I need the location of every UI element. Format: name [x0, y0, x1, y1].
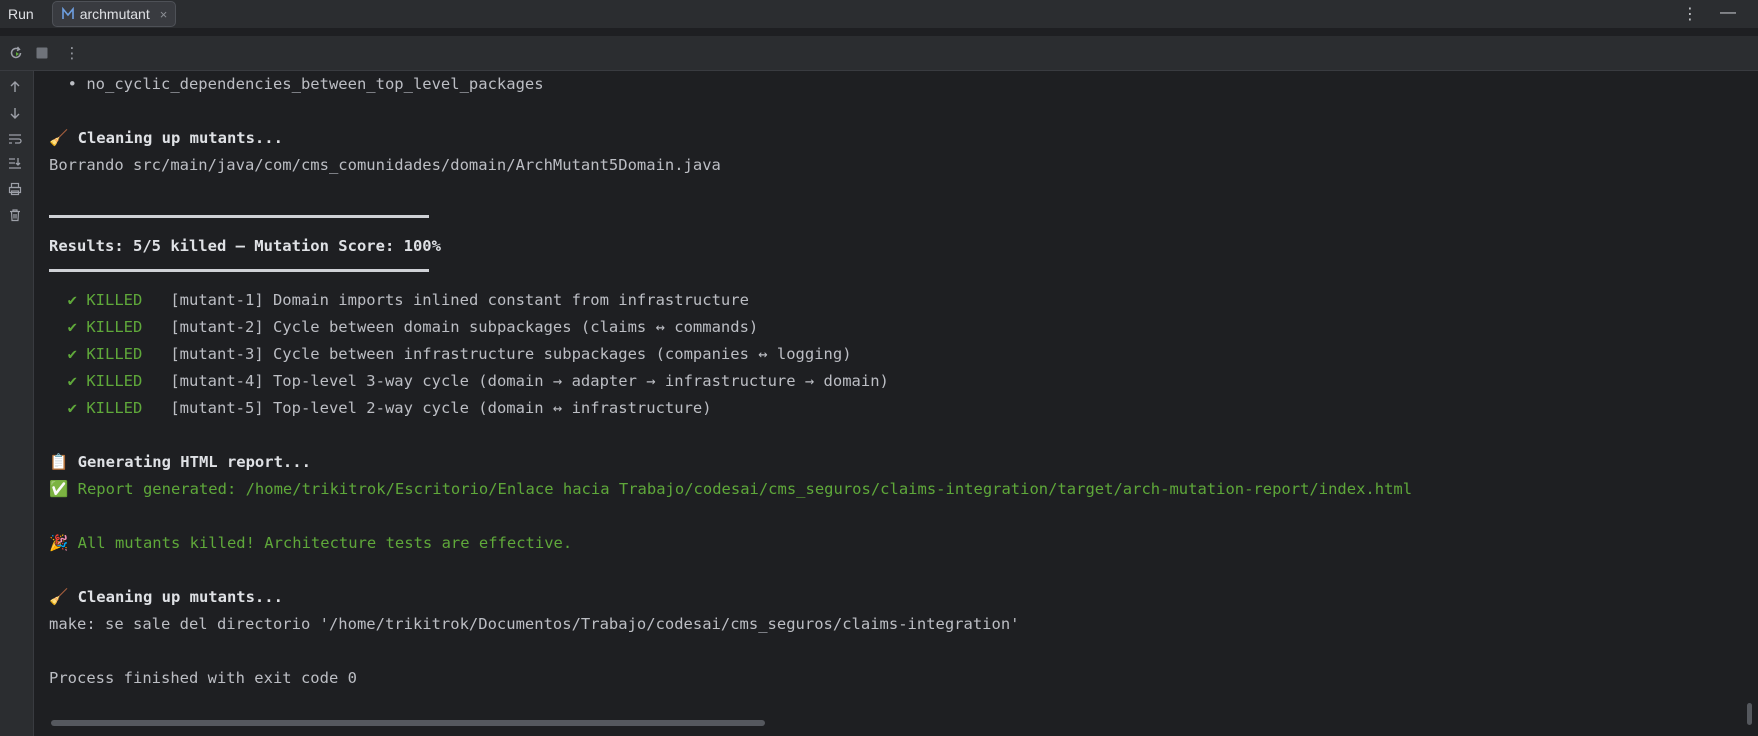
report-generated-link[interactable]: ✅ Report generated: /home/trikitrok/Escr…: [49, 476, 1412, 503]
stop-icon[interactable]: [34, 45, 50, 61]
results-summary: Results: 5/5 killed — Mutation Score: 10…: [49, 237, 441, 255]
console-line-make: make: se sale del directorio '/home/trik…: [49, 615, 1020, 633]
mutant-result-row: ✔ KILLED [mutant-4] Top-level 3-way cycl…: [49, 368, 889, 395]
rerun-icon[interactable]: [8, 45, 24, 61]
vertical-scrollbar[interactable]: [1747, 703, 1752, 725]
killed-status: ✔ KILLED: [67, 345, 143, 363]
close-icon[interactable]: ×: [160, 8, 168, 21]
mutant-result-row: ✔ KILLED [mutant-2] Cycle between domain…: [49, 314, 759, 341]
makefile-icon: [61, 7, 74, 19]
killed-status: ✔ KILLED: [67, 291, 143, 309]
separator-rule: [49, 269, 429, 272]
mutant-description: [mutant-3] Cycle between infrastructure …: [170, 345, 852, 363]
mutant-result-row: ✔ KILLED [mutant-5] Top-level 2-way cycl…: [49, 395, 712, 422]
console-line-process: Process finished with exit code 0: [49, 669, 357, 687]
mutant-result-row: ✔ KILLED [mutant-1] Domain imports inlin…: [49, 287, 749, 314]
more-options-icon[interactable]: ⋮: [1682, 4, 1698, 24]
mutant-description: [mutant-4] Top-level 3-way cycle (domain…: [170, 372, 889, 390]
scroll-to-end-icon[interactable]: [7, 155, 23, 171]
console-line: • no_cyclic_dependencies_between_top_lev…: [49, 75, 544, 93]
console-line-borrando: Borrando src/main/java/com/cms_comunidad…: [49, 156, 721, 174]
more-actions-icon[interactable]: ⋮: [64, 45, 80, 62]
console-side-toolbar: [0, 71, 34, 736]
separator-rule: [49, 215, 429, 218]
print-icon[interactable]: [7, 181, 23, 197]
horizontal-scrollbar[interactable]: [51, 720, 765, 726]
console-line-all-killed: 🎉 All mutants killed! Architecture tests…: [49, 534, 573, 552]
run-toolbar: ⋮: [0, 36, 1758, 70]
console-line-generating: 📋 Generating HTML report...: [49, 453, 311, 471]
tab-archmutant[interactable]: archmutant ×: [51, 1, 177, 27]
trash-icon[interactable]: [7, 207, 23, 223]
console-line-cleanup: 🧹 Cleaning up mutants...: [49, 588, 283, 606]
killed-status: ✔ KILLED: [67, 372, 143, 390]
minimize-icon[interactable]: —: [1720, 4, 1736, 24]
console-line-cleanup: 🧹 Cleaning up mutants...: [49, 129, 283, 147]
run-tool-window-header: Run archmutant × ⋮ —: [0, 0, 1758, 28]
run-title: Run: [8, 6, 34, 22]
soft-wrap-icon[interactable]: [7, 131, 23, 147]
arrow-up-icon[interactable]: [7, 79, 23, 95]
killed-status: ✔ KILLED: [67, 318, 143, 336]
tab-label: archmutant: [79, 6, 150, 22]
mutant-result-row: ✔ KILLED [mutant-3] Cycle between infras…: [49, 341, 852, 368]
mutant-description: [mutant-2] Cycle between domain subpacka…: [170, 318, 759, 336]
mutant-description: [mutant-1] Domain imports inlined consta…: [170, 291, 749, 309]
console-output[interactable]: • no_cyclic_dependencies_between_top_lev…: [49, 71, 1729, 711]
arrow-down-icon[interactable]: [7, 105, 23, 121]
killed-status: ✔ KILLED: [67, 399, 143, 417]
mutant-description: [mutant-5] Top-level 2-way cycle (domain…: [170, 399, 712, 417]
